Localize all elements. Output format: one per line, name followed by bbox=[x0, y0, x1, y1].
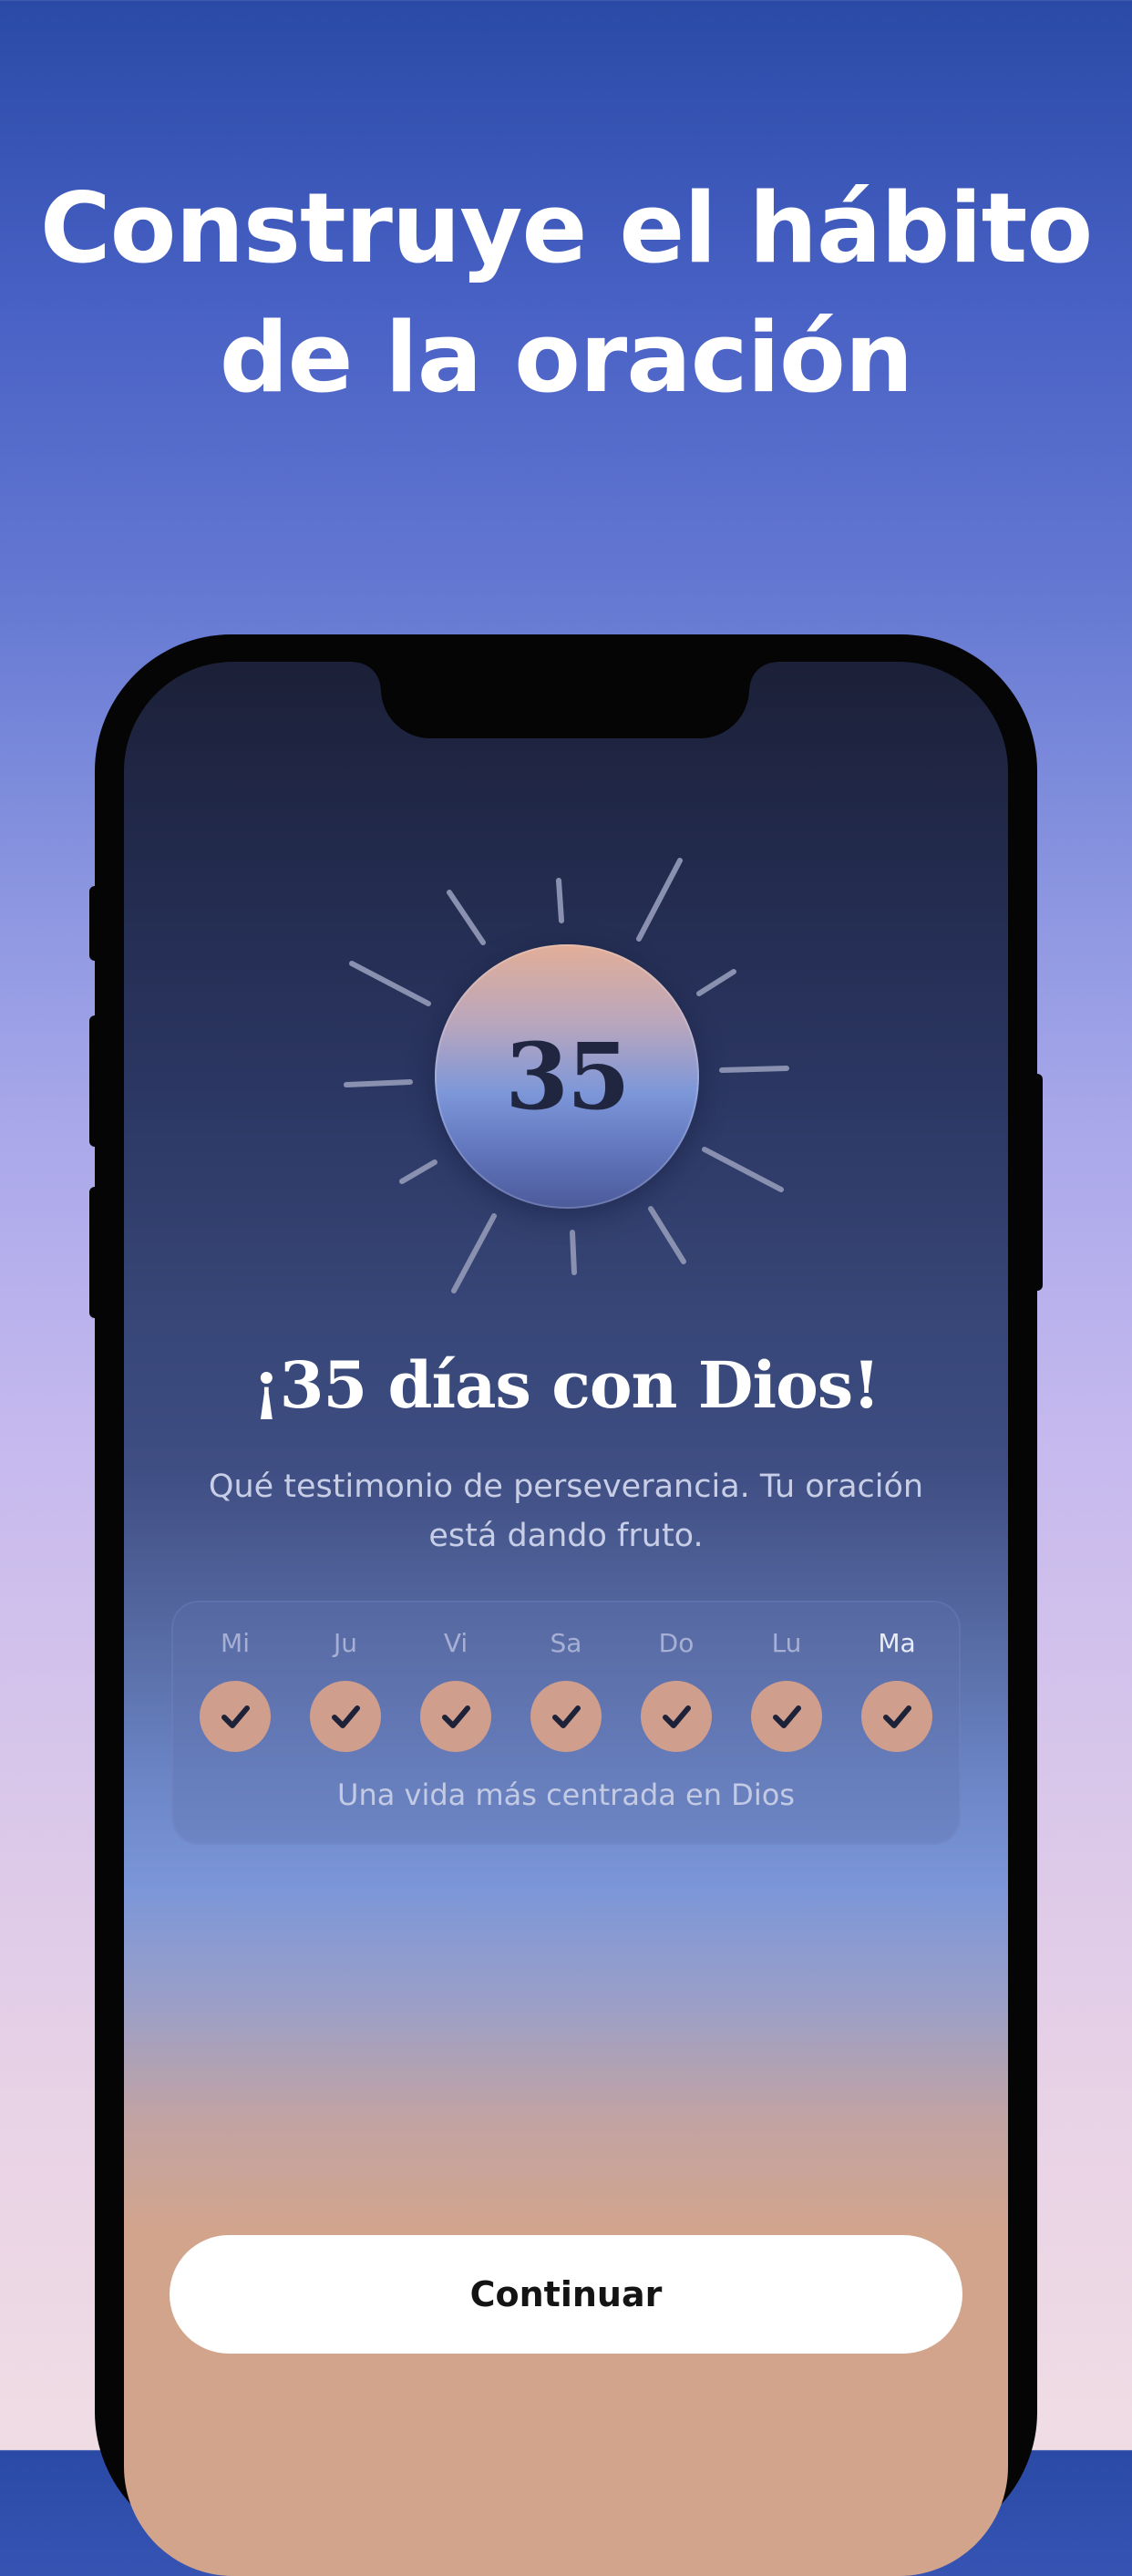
day-check-circle bbox=[751, 1681, 822, 1752]
streak-badge: 35 bbox=[435, 944, 699, 1209]
day-label-today: Ma bbox=[878, 1628, 916, 1658]
day-label: Vi bbox=[443, 1628, 468, 1658]
check-icon bbox=[552, 1705, 581, 1728]
headline: Construye el hábito de la oración bbox=[0, 164, 1132, 423]
streak-number: 35 bbox=[505, 1023, 630, 1130]
day-check-circle bbox=[310, 1681, 381, 1752]
check-icon bbox=[442, 1705, 470, 1728]
day-check-circle bbox=[641, 1681, 712, 1752]
check-icon bbox=[663, 1705, 691, 1728]
check-icon bbox=[883, 1705, 911, 1728]
day-check-circle bbox=[861, 1681, 932, 1752]
day-check-circle bbox=[530, 1681, 602, 1752]
day-label: Do bbox=[658, 1628, 695, 1658]
day-check-circle bbox=[200, 1681, 271, 1752]
streak-title: ¡35 días con Dios! bbox=[252, 1347, 880, 1423]
day-label: Lu bbox=[771, 1628, 802, 1658]
continue-button[interactable]: Continuar bbox=[170, 2235, 962, 2354]
day-label: Sa bbox=[550, 1628, 582, 1658]
check-icon bbox=[221, 1705, 250, 1728]
streak-subtitle: Qué testimonio de perseverancia. Tu orac… bbox=[208, 1468, 924, 1554]
day-label: Mi bbox=[221, 1628, 250, 1658]
phone-notch bbox=[354, 656, 777, 738]
check-icon bbox=[773, 1705, 801, 1728]
day-check-circle bbox=[420, 1681, 491, 1752]
check-icon bbox=[332, 1705, 360, 1728]
week-card-caption: Una vida más centrada en Dios bbox=[337, 1777, 795, 1812]
day-label: Ju bbox=[333, 1628, 357, 1658]
headline-line-1: Construye el hábito bbox=[39, 172, 1093, 284]
headline-line-2: de la oración bbox=[219, 302, 914, 414]
